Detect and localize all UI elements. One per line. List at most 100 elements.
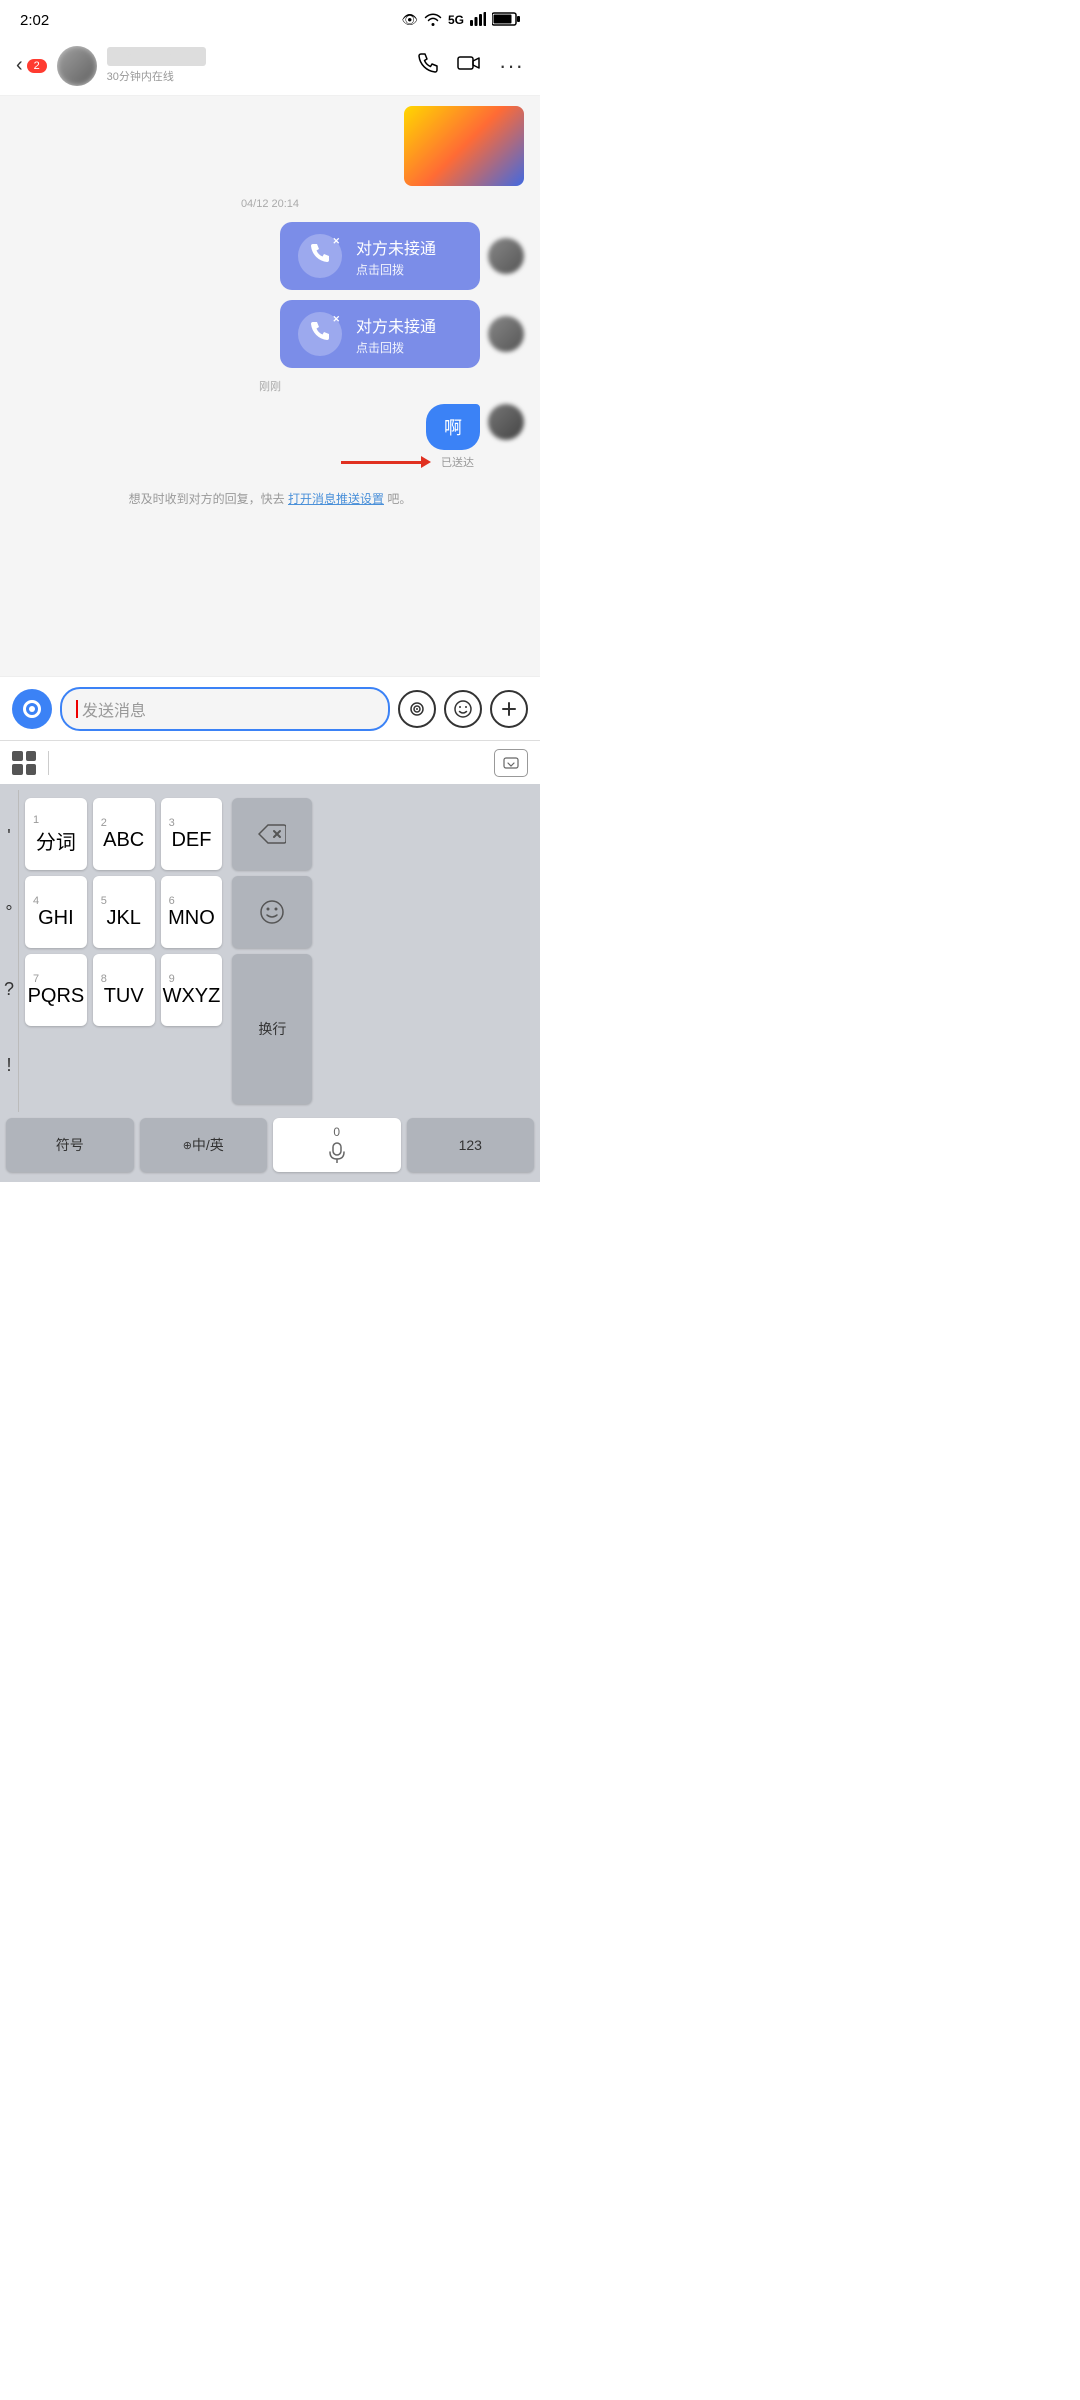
- key-3-def[interactable]: 3 DEF: [161, 798, 223, 870]
- avatar-image: [57, 46, 97, 86]
- missed-call-text-2: 对方未接通 点击回拨: [356, 313, 436, 356]
- key-7-pqrs[interactable]: 7 PQRS: [25, 954, 87, 1026]
- space-num: 0: [333, 1125, 340, 1139]
- keyboard-grid-icon[interactable]: [12, 751, 36, 775]
- toolbar-spacer: [36, 751, 494, 775]
- avatar: [57, 46, 97, 86]
- key-label-1: 分词: [36, 826, 76, 855]
- input-bar: 发送消息: [0, 676, 540, 740]
- more-options-icon[interactable]: ···: [499, 53, 524, 79]
- notification-text: 想及时收到对方的回复，快去: [129, 492, 285, 506]
- signal-5g: 5G: [448, 13, 464, 27]
- enter-key[interactable]: 换行: [232, 954, 312, 1104]
- grid-dot-2: [26, 751, 37, 762]
- voice-toggle-button[interactable]: [12, 689, 52, 729]
- missed-call-1[interactable]: ✕ 对方未接通 点击回拨: [16, 222, 524, 290]
- key-label-9: WXYZ: [163, 985, 221, 1008]
- key-label-7: PQRS: [28, 985, 85, 1008]
- key-1-fenCi[interactable]: 1 分词: [25, 798, 87, 870]
- status-time: 2:02: [20, 12, 49, 29]
- globe-icon: ⊕: [183, 1139, 192, 1152]
- phone-call-icon[interactable]: [417, 52, 439, 80]
- my-avatar: [488, 404, 524, 440]
- key-2-abc[interactable]: 2 ABC: [93, 798, 155, 870]
- keyboard-right-column: 换行: [228, 790, 316, 1112]
- placeholder-text: 发送消息: [82, 697, 146, 721]
- chat-timestamp-1: 04/12 20:14: [16, 198, 524, 210]
- mic-icon: [328, 1141, 346, 1166]
- key-num-5: 5: [95, 895, 107, 907]
- key-label-5: JKL: [106, 907, 140, 930]
- key-4-ghi[interactable]: 4 GHI: [25, 876, 87, 948]
- image-message: [16, 106, 524, 186]
- sym-exclaim[interactable]: !: [4, 1028, 14, 1105]
- key-num-9: 9: [163, 973, 175, 985]
- space-key[interactable]: 0: [273, 1118, 401, 1172]
- missed-call-content-1: ✕ 对方未接通 点击回拨: [280, 222, 480, 290]
- message-bubble[interactable]: 啊: [426, 404, 480, 450]
- soundwave-button[interactable]: [398, 690, 436, 728]
- signal-bars: [470, 12, 486, 29]
- key-6-mno[interactable]: 6 MNO: [161, 876, 223, 948]
- chat-time-label: 刚刚: [16, 378, 524, 394]
- keyboard-left-column: ' ° ? !: [0, 790, 19, 1112]
- chat-header: ‹ 2 ●●●●●● 30分钟内在线 ···: [0, 36, 540, 96]
- cursor: [76, 700, 78, 718]
- contact-status: 30分钟内在线: [107, 68, 417, 84]
- backspace-key[interactable]: [232, 798, 312, 870]
- lang-switch-key[interactable]: ⊕ 中/英: [140, 1118, 268, 1172]
- image-content: [404, 106, 524, 186]
- call-icon-2: ✕: [298, 312, 342, 356]
- symbol-key[interactable]: 符号: [6, 1118, 134, 1172]
- sym-question[interactable]: ?: [4, 951, 14, 1028]
- grid-dot-3: [12, 764, 23, 775]
- keyboard-down-button[interactable]: [494, 749, 528, 777]
- num-key[interactable]: 123: [407, 1118, 535, 1172]
- wifi-icon: [424, 12, 442, 29]
- num-label: 123: [459, 1137, 482, 1153]
- sym-degree[interactable]: °: [4, 875, 14, 952]
- keyboard-main-area: ' ° ? ! 1 分词 2 ABC 3 DEF 4 GHI: [0, 784, 540, 1112]
- delivered-row: 已送达: [16, 454, 524, 470]
- key-label-2: ABC: [103, 829, 144, 852]
- chat-area: 04/12 20:14 ✕ 对方未接通 点击回拨: [0, 96, 540, 676]
- lang-label: 中/英: [192, 1135, 224, 1155]
- key-5-jkl[interactable]: 5 JKL: [93, 876, 155, 948]
- contact-info: ●●●●●● 30分钟内在线: [107, 47, 417, 84]
- status-bar: 2:02 👁 5G: [0, 0, 540, 36]
- emoji-button[interactable]: [444, 690, 482, 728]
- missed-call-text-1: 对方未接通 点击回拨: [356, 235, 436, 278]
- sender-avatar-1: [488, 238, 524, 274]
- sender-avatar-2: [488, 316, 524, 352]
- key-num-6: 6: [163, 895, 175, 907]
- key-label-6: MNO: [168, 907, 215, 930]
- grid-dot-4: [26, 764, 37, 775]
- phone-icon-2: [309, 320, 331, 348]
- missed-call-2[interactable]: ✕ 对方未接通 点击回拨: [16, 300, 524, 368]
- keyboard-bottom-row: 符号 ⊕ 中/英 0 123: [0, 1112, 540, 1182]
- enter-label: 换行: [258, 1019, 286, 1039]
- key-num-1: 1: [27, 814, 39, 826]
- key-9-wxyz[interactable]: 9 WXYZ: [161, 954, 223, 1026]
- arrow-line: [341, 461, 421, 464]
- symbol-label: 符号: [56, 1135, 84, 1155]
- emoji-key[interactable]: [232, 876, 312, 948]
- key-label-4: GHI: [38, 907, 74, 930]
- key-num-3: 3: [163, 817, 175, 829]
- message-input[interactable]: 发送消息: [60, 687, 390, 731]
- back-button[interactable]: ‹ 2: [16, 54, 47, 77]
- sym-apostrophe[interactable]: ': [4, 798, 14, 875]
- x-mark-2: ✕: [332, 314, 340, 325]
- key-num-4: 4: [27, 895, 39, 907]
- arrow-head: [421, 456, 431, 468]
- status-icons: 👁 5G: [401, 12, 520, 29]
- add-button[interactable]: [490, 690, 528, 728]
- missed-call-content-2: ✕ 对方未接通 点击回拨: [280, 300, 480, 368]
- back-arrow-icon: ‹: [16, 54, 23, 77]
- notification-link[interactable]: 打开消息推送设置: [288, 492, 384, 506]
- video-call-icon[interactable]: [457, 54, 481, 78]
- call-icon-1: ✕: [298, 234, 342, 278]
- key-8-tuv[interactable]: 8 TUV: [93, 954, 155, 1026]
- key-num-8: 8: [95, 973, 107, 985]
- key-num-2: 2: [95, 817, 107, 829]
